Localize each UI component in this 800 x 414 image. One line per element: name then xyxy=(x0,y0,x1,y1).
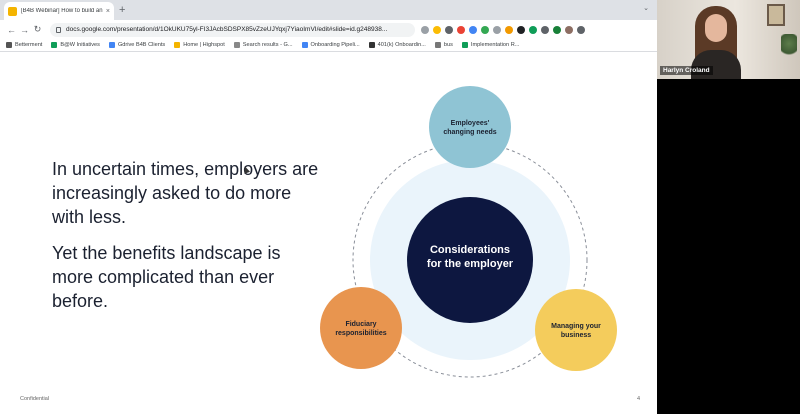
extension-icon[interactable] xyxy=(469,25,477,34)
bookmark-label: B@W Initiatives xyxy=(60,42,100,48)
star-icon[interactable] xyxy=(433,25,441,34)
confidential-footer: Confidential xyxy=(20,396,50,402)
bookmark-favicon-icon xyxy=(461,42,468,48)
extension-icon[interactable] xyxy=(517,25,525,34)
address-bar[interactable]: docs.google.com/presentation/d/1OkUKU75y… xyxy=(50,22,415,37)
center-node-line1: Considerations xyxy=(430,244,510,256)
considerations-diagram: Considerations for the employer Employee… xyxy=(320,86,617,378)
top-node-line2: changing needs xyxy=(443,129,496,136)
bookmark-label: Betterment xyxy=(15,42,43,48)
extension-icon[interactable] xyxy=(481,25,489,34)
tab-search-icon[interactable]: ⌄ xyxy=(643,4,649,12)
bookmarks-bar: Betterment B@W Initiatives Gdrive B4B Cl… xyxy=(0,39,657,52)
extensions-row xyxy=(421,25,585,34)
bookmark-item[interactable]: Onboarding Pipeli... xyxy=(301,42,360,48)
browser-tab[interactable]: [B4B Webinar] How to build an × xyxy=(4,2,114,20)
extension-icon[interactable] xyxy=(505,25,513,34)
bookmark-favicon-icon xyxy=(174,42,181,48)
lock-icon xyxy=(56,26,61,33)
extension-icon[interactable] xyxy=(493,25,501,34)
extension-icon[interactable] xyxy=(529,25,537,34)
bookmark-favicon-icon xyxy=(233,42,240,48)
bookmark-label: Gdrive B4B Clients xyxy=(117,42,166,48)
new-tab-button[interactable]: + xyxy=(119,3,125,17)
slide-paragraph-2: Yet the benefits landscape is more compl… xyxy=(52,243,281,311)
bookmark-item[interactable]: 401(k) Onboardin... xyxy=(368,42,426,48)
bookmark-label: 401(k) Onboardin... xyxy=(377,42,426,48)
menu-icon[interactable] xyxy=(577,25,585,34)
right-node-line1: Managing your xyxy=(551,323,601,330)
participant-name-label: Harlyn Croland xyxy=(660,66,713,75)
participant-video-tile[interactable]: Harlyn Croland xyxy=(657,0,800,79)
right-node-line2: business xyxy=(561,332,591,339)
plant-decoration xyxy=(781,34,797,58)
screen: [B4B Webinar] How to build an × + ⌄ ← → … xyxy=(0,0,800,414)
left-node-line1: Fiduciary xyxy=(345,321,376,328)
bookmark-label: Onboarding Pipeli... xyxy=(310,42,360,48)
bookmark-item[interactable]: Home | Highspot xyxy=(174,42,225,48)
extension-icon[interactable] xyxy=(457,25,465,34)
url-text: docs.google.com/presentation/d/1OkUKU75y… xyxy=(66,26,388,33)
bookmark-item[interactable]: Implementation R... xyxy=(461,42,520,48)
reload-button[interactable]: ↻ xyxy=(31,24,44,35)
puzzle-icon[interactable] xyxy=(541,25,549,34)
bookmark-label: Home | Highspot xyxy=(183,42,225,48)
bookmark-label: Search results - G... xyxy=(242,42,293,48)
bookmark-favicon-icon xyxy=(368,42,375,48)
bookmark-item[interactable]: Search results - G... xyxy=(233,42,293,48)
bookmark-favicon-icon xyxy=(301,42,308,48)
top-node-line1: Employees' xyxy=(451,120,490,127)
extension-icon[interactable] xyxy=(553,25,561,34)
left-node-line2: responsibilities xyxy=(335,330,386,337)
bookmark-favicon-icon xyxy=(434,42,441,48)
wall-picture-frame xyxy=(767,4,785,26)
browser-window: [B4B Webinar] How to build an × + ⌄ ← → … xyxy=(0,0,657,414)
slides-favicon-icon xyxy=(8,6,17,16)
profile-avatar-icon[interactable] xyxy=(565,25,573,34)
share-icon[interactable] xyxy=(421,25,429,34)
bookmark-item[interactable]: Gdrive B4B Clients xyxy=(108,42,166,48)
slide-page-number: 4 xyxy=(637,396,641,402)
bookmark-label: bus xyxy=(443,42,453,48)
tab-strip: [B4B Webinar] How to build an × + ⌄ xyxy=(0,0,657,20)
slide-paragraph-1: In uncertain times, employers are increa… xyxy=(52,159,319,227)
presentation-slide: In uncertain times, employers are increa… xyxy=(10,53,647,411)
bookmark-favicon-icon xyxy=(51,42,58,48)
bookmark-item[interactable]: Betterment xyxy=(6,42,42,48)
extension-icon[interactable] xyxy=(445,25,453,34)
bookmark-item[interactable]: B@W Initiatives xyxy=(51,42,100,48)
tab-title: [B4B Webinar] How to build an xyxy=(21,8,103,14)
back-button[interactable]: ← xyxy=(5,25,18,35)
participant-face xyxy=(705,14,727,42)
bookmark-label: Implementation R... xyxy=(470,42,520,48)
center-node-line2: for the employer xyxy=(427,258,514,270)
bookmark-favicon-icon xyxy=(108,42,115,48)
diagram-node-right xyxy=(535,289,617,371)
diagram-node-top xyxy=(429,86,511,168)
bookmark-item[interactable]: bus xyxy=(434,42,453,48)
close-tab-icon[interactable]: × xyxy=(106,8,110,15)
bookmark-favicon-icon xyxy=(6,42,12,48)
diagram-node-left xyxy=(320,287,402,369)
forward-button[interactable]: → xyxy=(18,25,31,35)
browser-toolbar: ← → ↻ docs.google.com/presentation/d/1Ok… xyxy=(0,20,657,39)
